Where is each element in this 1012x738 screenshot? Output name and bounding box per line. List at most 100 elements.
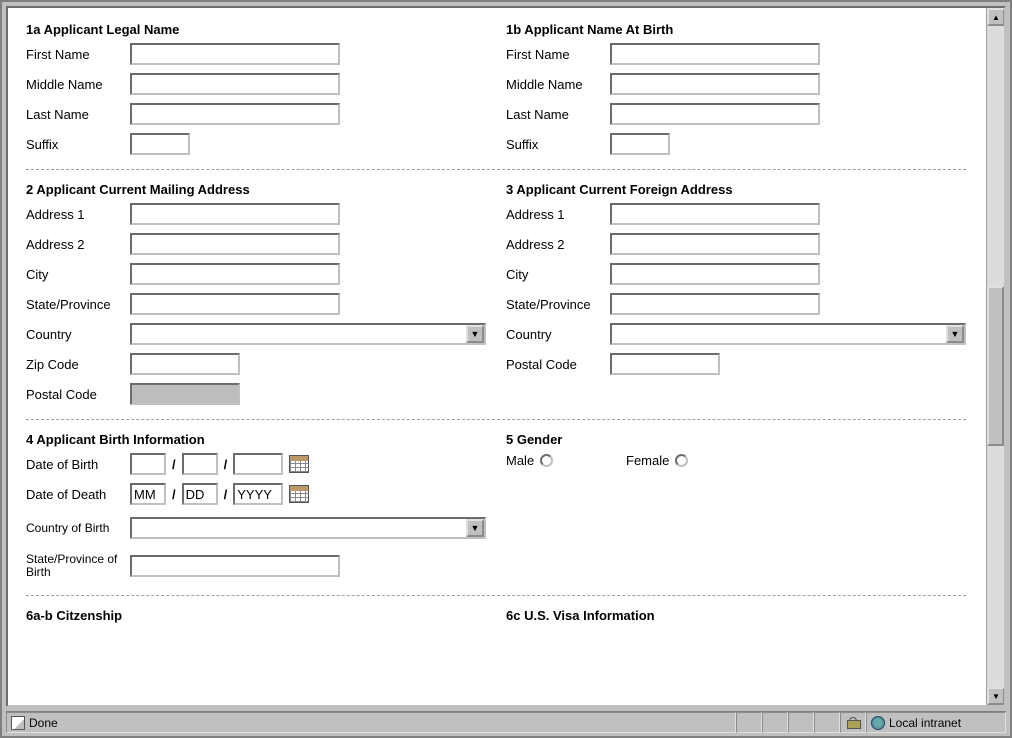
divider: [26, 169, 966, 170]
status-text: Done: [29, 716, 58, 730]
status-lock-pane: [840, 712, 866, 733]
status-bar: Done Local intranet: [6, 711, 1006, 733]
section-6ab-title: 6a-b Citzenship: [26, 608, 486, 623]
s3-city-input[interactable]: [610, 263, 820, 285]
date-separator: /: [224, 487, 228, 502]
gender-female-radio[interactable]: [675, 454, 688, 467]
s1a-middle-label: Middle Name: [26, 77, 124, 92]
s4-spob-input[interactable]: [130, 555, 340, 577]
s1a-suffix-input[interactable]: [130, 133, 190, 155]
s3-country-value: [612, 325, 946, 343]
s4-dob-label: Date of Birth: [26, 457, 124, 472]
scroll-up-arrow-icon[interactable]: ▲: [987, 8, 1005, 26]
browser-window: 1a Applicant Legal Name First Name Middl…: [0, 0, 1012, 738]
s3-city-label: City: [506, 267, 604, 282]
s4-dod-mm-input[interactable]: [130, 483, 166, 505]
s1a-suffix-label: Suffix: [26, 137, 124, 152]
date-separator: /: [224, 457, 228, 472]
scrollbar-track[interactable]: [987, 26, 1004, 687]
section-3-title: 3 Applicant Current Foreign Address: [506, 182, 966, 197]
s2-zip-label: Zip Code: [26, 357, 124, 372]
chevron-down-icon[interactable]: ▼: [466, 519, 484, 537]
content-frame: 1a Applicant Legal Name First Name Middl…: [6, 6, 1006, 707]
s1b-suffix-input[interactable]: [610, 133, 670, 155]
s2-country-value: [132, 325, 466, 343]
s1a-last-label: Last Name: [26, 107, 124, 122]
divider: [26, 419, 966, 420]
section-1b-title: 1b Applicant Name At Birth: [506, 22, 966, 37]
status-empty-pane: [762, 712, 788, 733]
section-6c-title: 6c U.S. Visa Information: [506, 608, 966, 623]
s2-addr2-input[interactable]: [130, 233, 340, 255]
status-left-pane: Done: [6, 712, 736, 733]
s3-postal-input[interactable]: [610, 353, 720, 375]
form-viewport: 1a Applicant Legal Name First Name Middl…: [8, 8, 986, 705]
s2-city-label: City: [26, 267, 124, 282]
s1a-middle-input[interactable]: [130, 73, 340, 95]
s1a-first-label: First Name: [26, 47, 124, 62]
s3-addr1-input[interactable]: [610, 203, 820, 225]
divider: [26, 595, 966, 596]
s3-postal-label: Postal Code: [506, 357, 604, 372]
s3-state-label: State/Province: [506, 297, 604, 312]
s2-addr1-label: Address 1: [26, 207, 124, 222]
status-zone-text: Local intranet: [889, 716, 961, 730]
s4-dob-dd-input[interactable]: [182, 453, 218, 475]
s4-dod-label: Date of Death: [26, 487, 124, 502]
section-2-title: 2 Applicant Current Mailing Address: [26, 182, 486, 197]
scroll-down-arrow-icon[interactable]: ▼: [987, 687, 1005, 705]
s2-state-input[interactable]: [130, 293, 340, 315]
gender-female-label: Female: [626, 453, 669, 468]
s3-country-select[interactable]: ▼: [610, 323, 966, 345]
s1b-middle-label: Middle Name: [506, 77, 604, 92]
s3-country-label: Country: [506, 327, 604, 342]
s1b-first-input[interactable]: [610, 43, 820, 65]
date-separator: /: [172, 457, 176, 472]
status-empty-pane: [736, 712, 762, 733]
status-zone-pane: Local intranet: [866, 712, 1006, 733]
section-5-title: 5 Gender: [506, 432, 966, 447]
s2-postal-input: [130, 383, 240, 405]
s2-postal-label: Postal Code: [26, 387, 124, 402]
s4-cob-label: Country of Birth: [26, 522, 124, 535]
s1a-first-input[interactable]: [130, 43, 340, 65]
s4-spob-label: State/Province of Birth: [26, 553, 124, 578]
s1b-last-input[interactable]: [610, 103, 820, 125]
s3-addr2-input[interactable]: [610, 233, 820, 255]
globe-icon: [871, 716, 885, 730]
s2-addr1-input[interactable]: [130, 203, 340, 225]
s4-dob-yyyy-input[interactable]: [233, 453, 283, 475]
s4-dod-yyyy-input[interactable]: [233, 483, 283, 505]
status-empty-pane: [814, 712, 840, 733]
s2-country-select[interactable]: ▼: [130, 323, 486, 345]
s4-cob-value: [132, 519, 466, 537]
s1b-middle-input[interactable]: [610, 73, 820, 95]
s2-country-label: Country: [26, 327, 124, 342]
s2-city-input[interactable]: [130, 263, 340, 285]
page-icon: [11, 716, 25, 730]
lock-icon: [847, 717, 859, 729]
s2-addr2-label: Address 2: [26, 237, 124, 252]
s4-cob-select[interactable]: ▼: [130, 517, 486, 539]
section-4-title: 4 Applicant Birth Information: [26, 432, 486, 447]
s4-dob-mm-input[interactable]: [130, 453, 166, 475]
s1b-first-label: First Name: [506, 47, 604, 62]
gender-male-label: Male: [506, 453, 534, 468]
date-separator: /: [172, 487, 176, 502]
scrollbar-thumb[interactable]: [987, 286, 1004, 446]
s3-addr1-label: Address 1: [506, 207, 604, 222]
s2-zip-input[interactable]: [130, 353, 240, 375]
calendar-icon[interactable]: [289, 485, 309, 503]
s3-addr2-label: Address 2: [506, 237, 604, 252]
gender-male-radio[interactable]: [540, 454, 553, 467]
calendar-icon[interactable]: [289, 455, 309, 473]
s1a-last-input[interactable]: [130, 103, 340, 125]
s2-state-label: State/Province: [26, 297, 124, 312]
s4-dod-dd-input[interactable]: [182, 483, 218, 505]
s1b-suffix-label: Suffix: [506, 137, 604, 152]
section-1a-title: 1a Applicant Legal Name: [26, 22, 486, 37]
vertical-scrollbar[interactable]: ▲ ▼: [986, 8, 1004, 705]
chevron-down-icon[interactable]: ▼: [946, 325, 964, 343]
s3-state-input[interactable]: [610, 293, 820, 315]
chevron-down-icon[interactable]: ▼: [466, 325, 484, 343]
